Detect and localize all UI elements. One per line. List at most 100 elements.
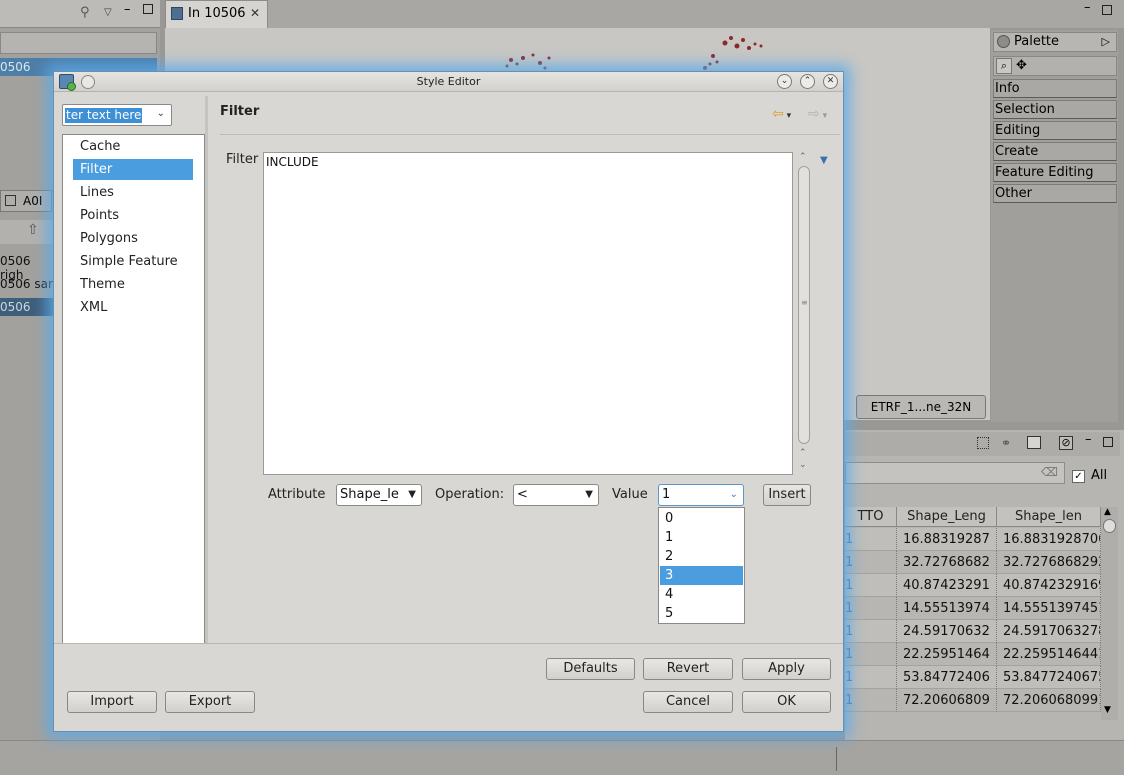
table-cell[interactable]: 16.8831928706: [997, 528, 1101, 551]
palette-item-other[interactable]: Other: [993, 184, 1117, 203]
table-header[interactable]: Shape_len: [997, 507, 1101, 527]
value-option[interactable]: 0: [660, 509, 743, 528]
chevron-down-icon[interactable]: ⌄: [799, 460, 807, 470]
table-cell[interactable]: 32.72768682: [897, 551, 997, 574]
value-combo[interactable]: 1 ⌄: [658, 484, 744, 506]
table-cell[interactable]: 72.20606809: [897, 689, 997, 712]
dialog-titlebar[interactable]: Style Editor ⌄ ⌃ ✕: [54, 72, 843, 92]
table-cell[interactable]: 1: [845, 597, 897, 620]
value-option[interactable]: 5: [660, 604, 743, 623]
table-header[interactable]: TTO: [845, 507, 897, 527]
table-cell[interactable]: 22.2595146441: [997, 643, 1101, 666]
table-cell[interactable]: 24.59170632: [897, 620, 997, 643]
table-search-input[interactable]: ⌫: [845, 462, 1065, 484]
tree-item-filter[interactable]: Filter: [73, 159, 193, 180]
chevron-up-icon[interactable]: ⌃: [799, 152, 807, 162]
up-arrow-icon[interactable]: ⇧: [27, 222, 39, 238]
view-menu-icon[interactable]: ▽: [104, 7, 112, 18]
tree-item-cache[interactable]: Cache: [73, 136, 193, 157]
scroll-thumb[interactable]: [1103, 519, 1116, 533]
filter-textarea[interactable]: INCLUDE: [263, 152, 793, 475]
palette-item-feature-editing[interactable]: Feature Editing: [993, 163, 1117, 182]
filter-off-icon[interactable]: ⊘: [1059, 436, 1073, 450]
insert-button[interactable]: Insert: [763, 484, 811, 506]
close-button[interactable]: ✕: [823, 74, 838, 89]
defaults-button[interactable]: Defaults: [546, 658, 635, 680]
all-checkbox[interactable]: ✓: [1072, 470, 1085, 483]
maximize-button[interactable]: ⌃: [800, 74, 815, 89]
maximize-icon[interactable]: [1103, 437, 1113, 447]
close-icon[interactable]: ✕: [250, 6, 260, 20]
page-filter-text[interactable]: ter text here: [65, 108, 143, 123]
minimize-button[interactable]: ⌄: [777, 74, 792, 89]
palette-item-selection[interactable]: Selection: [993, 100, 1117, 119]
cancel-button[interactable]: Cancel: [643, 691, 733, 713]
apply-button[interactable]: Apply: [742, 658, 831, 680]
zoom-icon[interactable]: ⌕: [996, 58, 1012, 74]
table-cell[interactable]: 40.8742329169: [997, 574, 1101, 597]
clear-icon[interactable]: ⌫: [1041, 465, 1058, 479]
value-option[interactable]: 2: [660, 547, 743, 566]
table-cell[interactable]: 14.55513974: [897, 597, 997, 620]
table-scrollbar[interactable]: ▲ ▼: [1101, 507, 1118, 720]
table-cell[interactable]: 1: [845, 666, 897, 689]
window-menu-button[interactable]: [81, 75, 95, 89]
tree-item-points[interactable]: Points: [73, 205, 193, 226]
back-arrow-icon[interactable]: ⇦ ▾: [772, 106, 791, 122]
table-cell[interactable]: 1: [845, 551, 897, 574]
table-cell[interactable]: 32.7276868292: [997, 551, 1101, 574]
attribute-combo[interactable]: Shape_le ▼: [336, 484, 422, 506]
maximize-icon[interactable]: [1102, 5, 1112, 15]
palette-item-create[interactable]: Create: [993, 142, 1117, 161]
table-cell[interactable]: 1: [845, 528, 897, 551]
tree-item-simple-feature[interactable]: Simple Feature: [73, 251, 193, 272]
palette-item-info[interactable]: Info: [993, 79, 1117, 98]
pin-icon[interactable]: ⚲: [80, 5, 90, 20]
value-option-highlighted[interactable]: 3: [660, 566, 743, 585]
value-option[interactable]: 1: [660, 528, 743, 547]
pan-icon[interactable]: ✥: [1016, 58, 1027, 73]
table-header[interactable]: Shape_Leng: [897, 507, 997, 527]
export-button[interactable]: Export: [165, 691, 255, 713]
revert-button[interactable]: Revert: [643, 658, 733, 680]
play-icon[interactable]: ▷: [1102, 33, 1110, 51]
minimize-icon[interactable]: –: [1084, 0, 1091, 15]
aoi-tab[interactable]: A0I: [0, 190, 52, 212]
table-cell[interactable]: 1: [845, 643, 897, 666]
page-filter-combo[interactable]: ter text here ⌄: [62, 104, 172, 126]
promote-icon[interactable]: [1027, 436, 1041, 449]
minimize-icon[interactable]: –: [1085, 432, 1092, 447]
table-cell[interactable]: 1: [845, 574, 897, 597]
table-cell[interactable]: 16.88319287: [897, 528, 997, 551]
table-cell[interactable]: 72.2060680991: [997, 689, 1101, 712]
filter-scrollbar[interactable]: ⌃ ≡ ⌃ ⌄: [796, 152, 812, 475]
operation-combo[interactable]: < ▼: [513, 484, 599, 506]
chevron-down-icon[interactable]: ▼: [1104, 705, 1111, 715]
layer-item[interactable]: 0506 sar: [0, 277, 55, 291]
table-cell[interactable]: 53.84772406: [897, 666, 997, 689]
sash[interactable]: [205, 96, 208, 644]
palette-item-editing[interactable]: Editing: [993, 121, 1117, 140]
expand-icon[interactable]: ▼: [820, 155, 828, 166]
tree-item-lines[interactable]: Lines: [73, 182, 193, 203]
table-cell[interactable]: 1: [845, 620, 897, 643]
link-icon[interactable]: ⚭: [1001, 436, 1011, 450]
maximize-icon[interactable]: [143, 4, 153, 14]
tree-item-xml[interactable]: XML: [73, 297, 193, 318]
forward-arrow-icon[interactable]: ⇨ ▾: [808, 106, 827, 122]
tree-item-theme[interactable]: Theme: [73, 274, 193, 295]
table-cell[interactable]: 24.5917063278: [997, 620, 1101, 643]
table-cell[interactable]: 14.5551397451: [997, 597, 1101, 620]
value-option[interactable]: 4: [660, 585, 743, 604]
import-button[interactable]: Import: [67, 691, 157, 713]
crs-button[interactable]: ETRF_1...ne_32N: [856, 395, 986, 419]
chevron-down-icon[interactable]: ⌄: [157, 108, 165, 119]
minimize-icon[interactable]: –: [124, 2, 131, 17]
chevron-up-icon[interactable]: ⌃: [799, 448, 807, 458]
tree-item-polygons[interactable]: Polygons: [73, 228, 193, 249]
table-cell[interactable]: 1: [845, 689, 897, 712]
ok-button[interactable]: OK: [742, 691, 831, 713]
table-cell[interactable]: 40.87423291: [897, 574, 997, 597]
chevron-up-icon[interactable]: ▲: [1104, 507, 1111, 517]
table-cell[interactable]: 22.25951464: [897, 643, 997, 666]
